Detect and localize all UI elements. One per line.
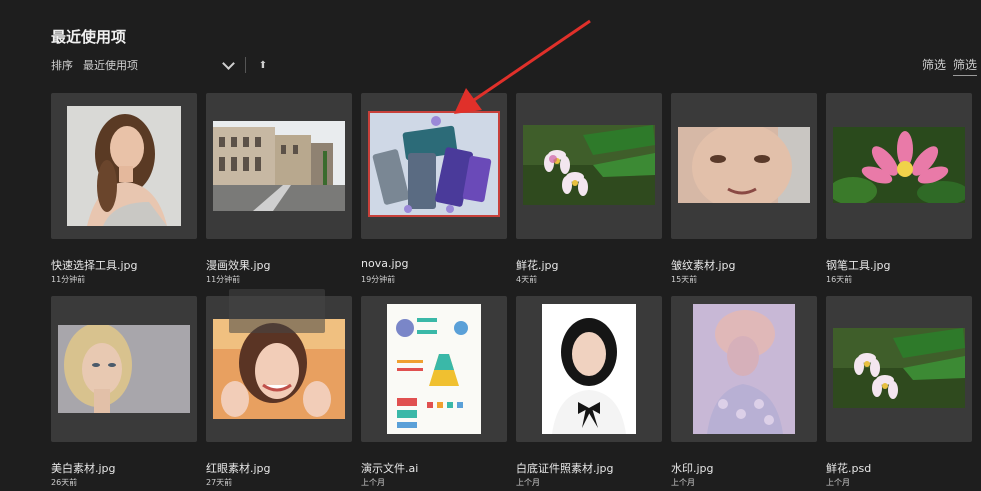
filter-button[interactable]: 筛选 xyxy=(922,56,946,73)
file-thumbnail-tile[interactable] xyxy=(361,296,507,442)
file-card[interactable]: 美白素材.jpg 26天前 xyxy=(51,296,197,487)
file-name: 钢笔工具.jpg xyxy=(826,259,891,272)
file-name: 快速选择工具.jpg xyxy=(51,259,138,272)
street-buildings-thumbnail xyxy=(213,121,345,211)
file-thumbnail-tile[interactable] xyxy=(671,296,817,442)
file-thumbnail-tile[interactable] xyxy=(206,93,352,239)
file-time: 15天前 xyxy=(671,275,698,284)
page-title: 最近使用项 xyxy=(51,28,127,46)
file-thumbnail-tile[interactable] xyxy=(51,93,197,239)
chevron-down-icon xyxy=(222,56,235,70)
file-card[interactable]: 白底证件照素材.jpg 上个月 xyxy=(516,296,662,487)
infographic-thumbnail xyxy=(387,304,481,434)
file-name: 漫画效果.jpg xyxy=(206,259,271,272)
sort-dropdown[interactable]: 最近使用项 xyxy=(83,56,239,73)
file-name: 白底证件照素材.jpg xyxy=(516,462,614,475)
file-time: 上个月 xyxy=(671,478,695,487)
file-card[interactable]: 快速选择工具.jpg 11分钟前 xyxy=(51,93,197,284)
file-card[interactable]: 演示文件.ai 上个月 xyxy=(361,296,507,487)
divider xyxy=(245,57,246,73)
sort-bar: 排序 最近使用项 ⬆ xyxy=(51,56,268,73)
file-time: 19分钟前 xyxy=(361,275,396,284)
file-name: 水印.jpg xyxy=(671,462,714,475)
sort-direction-up-icon[interactable]: ⬆ xyxy=(258,58,268,72)
file-thumbnail-tile[interactable] xyxy=(516,296,662,442)
flowers-thumbnail xyxy=(523,125,655,205)
file-time: 11分钟前 xyxy=(206,275,241,284)
flowers-thumbnail xyxy=(833,328,965,408)
file-time: 上个月 xyxy=(826,478,850,487)
file-name: 鲜花.jpg xyxy=(516,259,559,272)
file-time: 上个月 xyxy=(516,478,540,487)
file-thumbnail-tile[interactable] xyxy=(826,296,972,442)
file-name: nova.jpg xyxy=(361,257,409,270)
file-thumbnail-tile[interactable] xyxy=(671,93,817,239)
older-face-thumbnail xyxy=(678,127,810,203)
smiling-woman-thumbnail xyxy=(213,319,345,419)
portrait-woman-curly-thumbnail xyxy=(67,106,181,226)
id-photo-thumbnail xyxy=(542,304,636,434)
file-card[interactable]: 水印.jpg 上个月 xyxy=(671,296,817,487)
blonde-woman-thumbnail xyxy=(58,325,190,413)
pastel-portrait-thumbnail xyxy=(693,304,795,434)
file-time: 16天前 xyxy=(826,275,853,284)
file-time: 26天前 xyxy=(51,478,78,487)
file-time: 4天前 xyxy=(516,275,538,284)
hover-tooltip xyxy=(229,289,325,333)
file-name: 皱纹素材.jpg xyxy=(671,259,736,272)
file-card[interactable]: 皱纹素材.jpg 15天前 xyxy=(671,93,817,284)
file-time: 上个月 xyxy=(361,478,385,487)
filter-tab[interactable]: 筛选 xyxy=(953,56,978,76)
file-name: 鲜花.psd xyxy=(826,462,872,475)
file-card[interactable]: 漫画效果.jpg 11分钟前 xyxy=(206,93,352,284)
file-thumbnail-tile[interactable] xyxy=(826,93,972,239)
file-name: 红眼素材.jpg xyxy=(206,462,271,475)
file-card[interactable]: 鲜花.psd 上个月 xyxy=(826,296,972,487)
pink-lotus-thumbnail xyxy=(833,127,965,203)
file-name: 美白素材.jpg xyxy=(51,462,116,475)
file-card[interactable]: 钢笔工具.jpg 16天前 xyxy=(826,93,972,284)
file-time: 27天前 xyxy=(206,478,233,487)
sort-value: 最近使用项 xyxy=(83,59,138,72)
file-thumbnail-tile[interactable] xyxy=(51,296,197,442)
annotation-arrow-icon xyxy=(454,19,591,114)
file-name: 演示文件.ai xyxy=(361,462,419,475)
file-time: 11分钟前 xyxy=(51,275,86,284)
sort-label: 排序 xyxy=(51,59,73,72)
phones-thumbnail xyxy=(368,111,500,217)
